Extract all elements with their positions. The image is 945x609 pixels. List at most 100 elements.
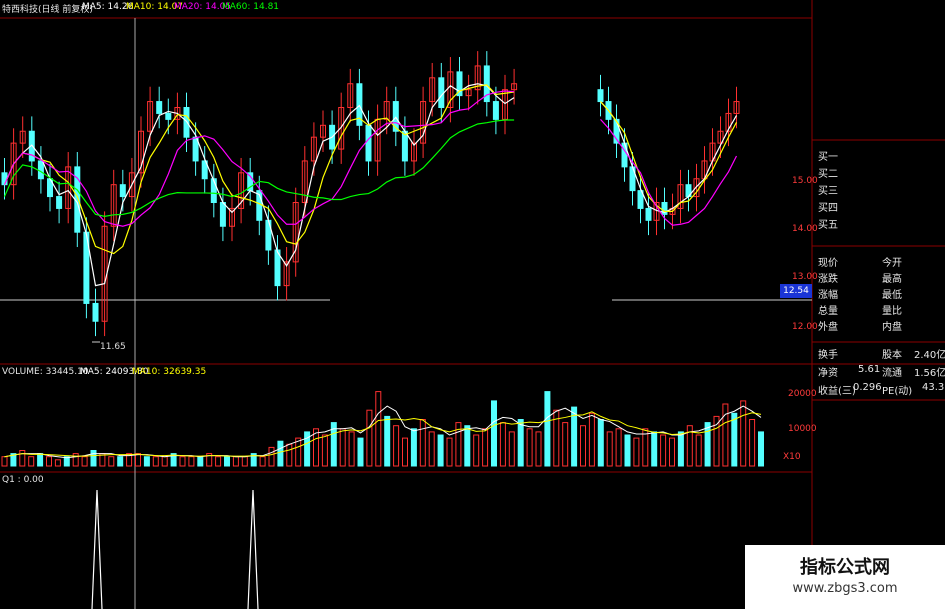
watermark-title: 指标公式网 (800, 557, 890, 578)
quote-right-2: 最低 (882, 290, 902, 301)
volume-bar (473, 434, 480, 467)
volume-bar (491, 400, 497, 467)
fund-rval-1: 1.56亿 (914, 368, 945, 379)
volume-bar (660, 434, 667, 467)
left-candle (119, 184, 126, 198)
left-candle (56, 196, 63, 209)
volume-bar (624, 434, 631, 467)
volume-bar (419, 419, 426, 467)
volume-bar (704, 422, 711, 467)
volume-bar (348, 431, 355, 467)
price-tick-2: 13.00 (792, 272, 818, 282)
volume-bar (241, 456, 248, 467)
price-tick-3: 12.00 (792, 322, 818, 332)
fund-right-0: 股本 (882, 350, 902, 361)
volume-bar (81, 456, 88, 467)
volume-bar (152, 456, 159, 467)
volume-bar (135, 453, 141, 467)
right-candle (645, 207, 652, 221)
volume-bar (375, 391, 382, 467)
fund-left-0: 换手 (818, 350, 838, 361)
left-candle (365, 124, 372, 162)
volume-bar (188, 456, 195, 467)
spike-2 (247, 489, 259, 609)
fund-rval-0: 2.40亿 (914, 350, 945, 361)
volume-bar (597, 419, 604, 467)
volume-label: VOLUME: 33445.10 (2, 367, 89, 377)
price-tick-0: 15.00 (792, 176, 818, 186)
left-candle (492, 101, 499, 120)
fund-right-2: PE(动) (882, 386, 913, 397)
volume-tick-0: 20000 (788, 389, 817, 399)
volume-bar (402, 437, 408, 467)
volume-bar (677, 431, 684, 467)
volume-tick-1: 10000 (788, 424, 817, 434)
volume-bar (669, 437, 675, 467)
volume-bar (713, 415, 720, 467)
volume-bar (508, 431, 515, 467)
volume-bar (544, 391, 551, 467)
chart-canvas (0, 0, 945, 609)
volume-bar (268, 446, 275, 467)
right-candle (597, 89, 604, 103)
buy-level-2: 买二 (818, 169, 838, 180)
volume-bar (339, 428, 346, 467)
watermark-url: www.zbgs3.com (792, 581, 898, 596)
current-price-badge: 12.54 (780, 284, 812, 298)
indicator-label: Q1 : 0.00 (2, 475, 44, 485)
volume-bar (749, 419, 756, 467)
quote-left-0: 现价 (818, 258, 838, 269)
left-candle (401, 130, 408, 162)
quote-right-4: 内盘 (882, 322, 902, 333)
quote-left-1: 涨跌 (818, 274, 838, 285)
volume-bar (286, 443, 293, 467)
volume-bar (393, 425, 400, 467)
volume-bar (695, 434, 702, 467)
spike-1 (91, 489, 103, 609)
volume-bar (1, 456, 8, 467)
volume-bar (758, 431, 764, 467)
price-tick-1: 14.00 (792, 224, 818, 234)
volume-bar (54, 459, 61, 467)
volume-bar (437, 434, 444, 467)
volume-bar (428, 431, 435, 467)
fund-lval-2: 0.296 (853, 382, 882, 393)
volume-bar (580, 425, 586, 467)
low-price-marker: 11.65 (100, 342, 126, 352)
left-candle (219, 202, 226, 227)
left-candle (210, 178, 217, 203)
left-candle (392, 101, 399, 132)
volume-bar (19, 450, 26, 467)
volume-bar (161, 456, 168, 467)
buy-level-3: 买三 (818, 186, 838, 197)
fund-lval-1: 5.61 (858, 364, 881, 375)
left-candle (438, 77, 445, 108)
volume-bar (615, 428, 622, 467)
volume-bar (446, 437, 453, 467)
volume-bar (517, 419, 524, 467)
volume-ma10-label: MA10: 32639.35 (132, 367, 207, 377)
volume-bar (562, 422, 569, 467)
volume-bar (143, 456, 150, 467)
fund-left-2: 收益(三) (818, 386, 856, 397)
volume-bar (366, 409, 373, 467)
volume-bar (384, 415, 391, 467)
volume-bar (357, 437, 364, 467)
chart-title: 特西科技(日线 前复权) (2, 5, 93, 15)
left-candle (92, 302, 99, 322)
volume-bar (28, 456, 35, 467)
volume-bar (46, 456, 52, 467)
volume-bar (277, 440, 284, 467)
fund-right-1: 流通 (882, 368, 902, 379)
volume-bar (108, 456, 115, 467)
volume-bar (740, 400, 747, 467)
buy-level-1: 买一 (818, 152, 838, 163)
chart-stage (0, 0, 945, 609)
volume-bar (72, 453, 79, 467)
volume-bar (197, 456, 204, 467)
volume-bar (321, 434, 328, 467)
volume-bar (90, 450, 97, 467)
volume-bar (526, 428, 533, 467)
volume-bar (259, 456, 266, 467)
volume-bar (651, 431, 658, 467)
